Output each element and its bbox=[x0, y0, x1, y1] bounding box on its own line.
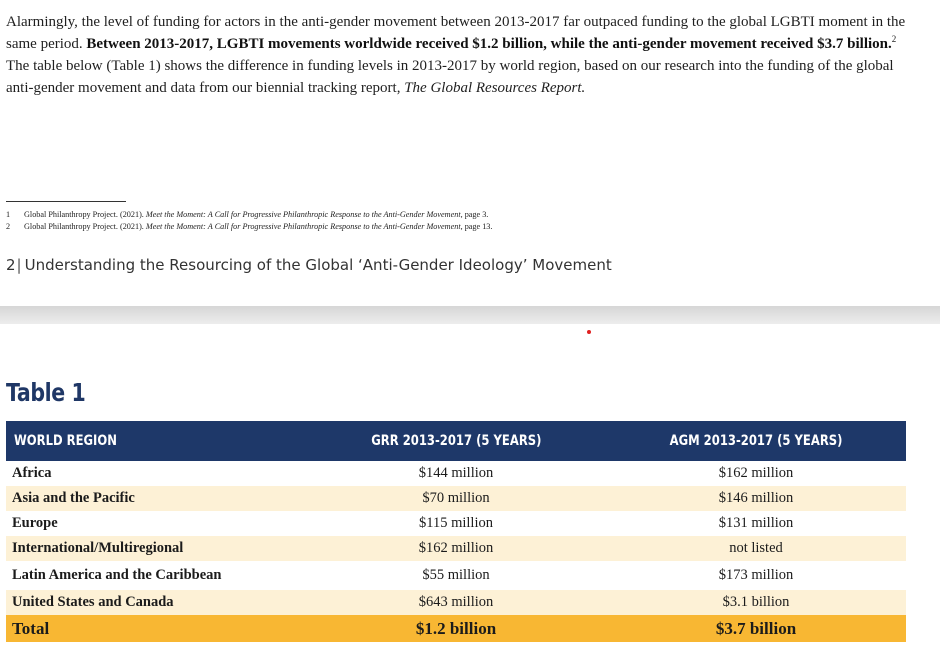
page-number: 2 bbox=[6, 256, 16, 274]
region-cell: International/Multiregional bbox=[6, 536, 306, 561]
grr-cell: $144 million bbox=[306, 461, 606, 486]
header-agm: AGM 2013-2017 (5 YEARS) bbox=[606, 421, 906, 461]
report-title: The Global Resources Report. bbox=[404, 80, 586, 96]
table-row: International/Multiregional $162 million… bbox=[6, 536, 906, 561]
footer-title: Understanding the Resourcing of the Glob… bbox=[24, 256, 612, 274]
header-grr-label: GRR 2013-2017 (5 YEARS) bbox=[370, 433, 542, 449]
body-paragraph: Alarmingly, the level of funding for act… bbox=[6, 11, 906, 99]
footnote-divider bbox=[6, 201, 126, 202]
agm-cell: $162 million bbox=[606, 461, 906, 486]
total-agm-cell: $3.7 billion bbox=[606, 615, 906, 642]
agm-cell: $146 million bbox=[606, 486, 906, 511]
footnote-source-title: Meet the Moment: A Call for Progressive … bbox=[145, 222, 461, 231]
agm-cell: not listed bbox=[606, 536, 906, 561]
region-cell: Asia and the Pacific bbox=[6, 486, 306, 511]
region-cell: Africa bbox=[6, 461, 306, 486]
document-page-top: Alarmingly, the level of funding for act… bbox=[0, 0, 940, 306]
grr-cell: $115 million bbox=[306, 511, 606, 536]
footnote-ref-2: 2 bbox=[891, 34, 897, 44]
table-header-row: WORLD REGION GRR 2013-2017 (5 YEARS) AGM… bbox=[6, 421, 906, 461]
header-world-region-label: WORLD REGION bbox=[14, 433, 117, 449]
grr-cell: $643 million bbox=[306, 590, 606, 615]
footnote-prefix: Global Philanthropy Project. (2021). bbox=[24, 210, 146, 219]
total-label-cell: Total bbox=[6, 615, 306, 642]
page-separator bbox=[0, 306, 940, 324]
grr-cell: $162 million bbox=[306, 536, 606, 561]
funding-table: WORLD REGION GRR 2013-2017 (5 YEARS) AGM… bbox=[6, 421, 906, 642]
footnote-2: 2 Global Philanthropy Project. (2021). Me… bbox=[6, 221, 492, 232]
cursor-dot bbox=[587, 330, 591, 334]
footnote-suffix: , page 13. bbox=[460, 222, 493, 231]
footnote-1: 1 Global Philanthropy Project. (2021). Me… bbox=[6, 209, 488, 220]
header-grr: GRR 2013-2017 (5 YEARS) bbox=[306, 421, 606, 461]
header-agm-label: AGM 2013-2017 (5 YEARS) bbox=[669, 433, 843, 449]
table-row: Asia and the Pacific $70 million $146 mi… bbox=[6, 486, 906, 511]
footnote-source-title: Meet the Moment: A Call for Progressive … bbox=[145, 210, 461, 219]
table-total-row: Total $1.2 billion $3.7 billion bbox=[6, 615, 906, 642]
footnote-number: 1 bbox=[6, 210, 11, 219]
region-cell: United States and Canada bbox=[6, 590, 306, 615]
grr-cell: $70 million bbox=[306, 486, 606, 511]
total-grr-cell: $1.2 billion bbox=[306, 615, 606, 642]
page-footer: 2| Understanding the Resourcing of the Gl… bbox=[6, 256, 612, 274]
agm-cell: $3.1 billion bbox=[606, 590, 906, 615]
table-row: Africa $144 million $162 million bbox=[6, 461, 906, 486]
table-title: Table 1 bbox=[6, 378, 86, 407]
table-row: United States and Canada $643 million $3… bbox=[6, 590, 906, 615]
table-row: Latin America and the Caribbean $55 mill… bbox=[6, 561, 906, 590]
table-row: Europe $115 million $131 million bbox=[6, 511, 906, 536]
header-world-region: WORLD REGION bbox=[6, 421, 306, 461]
region-cell: Europe bbox=[6, 511, 306, 536]
footnote-number: 2 bbox=[6, 222, 11, 231]
region-cell: Latin America and the Caribbean bbox=[6, 561, 306, 590]
footer-separator: | bbox=[16, 256, 22, 274]
agm-cell: $131 million bbox=[606, 511, 906, 536]
paragraph-bold-text: Between 2013-2017, LGBTI movements world… bbox=[86, 36, 892, 52]
footnote-prefix: Global Philanthropy Project. (2021). bbox=[24, 222, 146, 231]
grr-cell: $55 million bbox=[306, 561, 606, 590]
agm-cell: $173 million bbox=[606, 561, 906, 590]
footnote-suffix: , page 3. bbox=[460, 210, 489, 219]
